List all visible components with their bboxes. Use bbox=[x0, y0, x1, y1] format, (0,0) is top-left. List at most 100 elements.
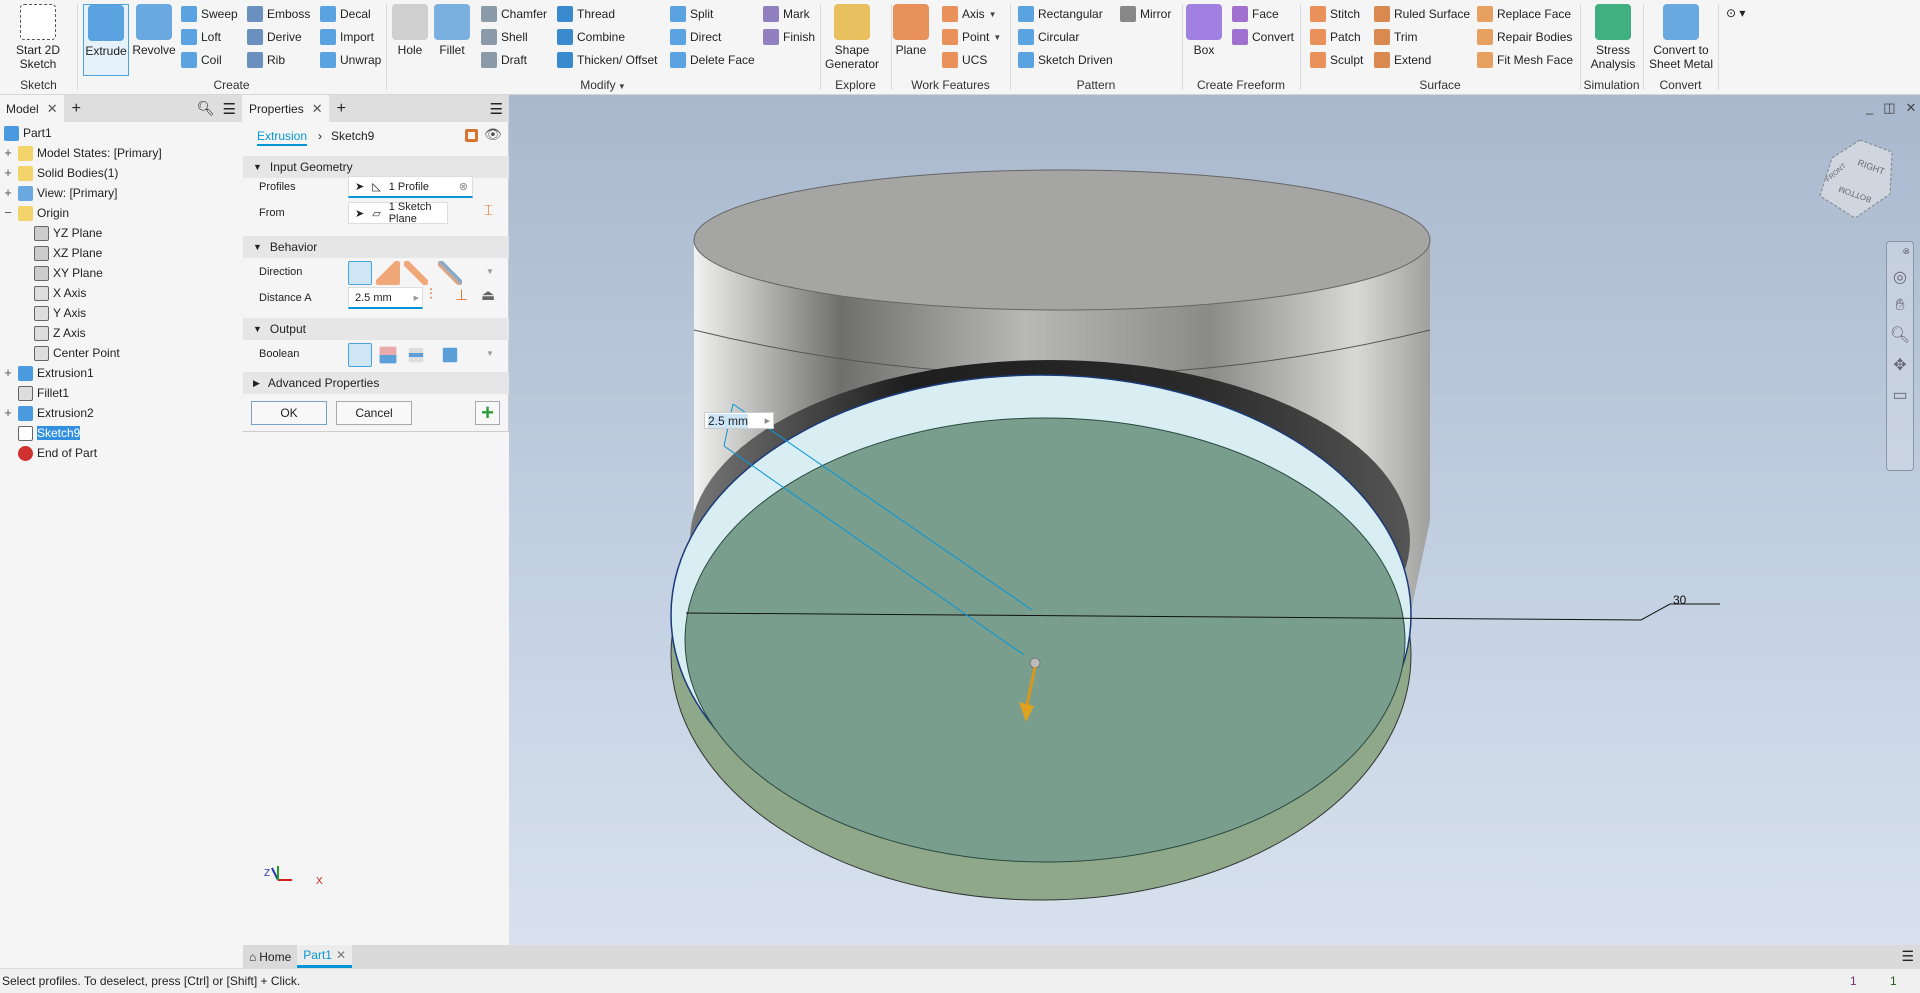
browser-item-x-axis[interactable]: X Axis bbox=[34, 283, 86, 303]
unwrap-button[interactable]: Unwrap bbox=[320, 52, 381, 68]
direct-button[interactable]: Direct bbox=[670, 29, 721, 45]
combine-button[interactable]: Combine bbox=[557, 29, 625, 45]
orbit-icon[interactable]: ✥ bbox=[1893, 355, 1906, 375]
start-2d-sketch-button[interactable]: Start 2D Sketch bbox=[6, 4, 70, 71]
shell-button[interactable]: Shell bbox=[481, 29, 528, 45]
stitch-button[interactable]: Stitch bbox=[1310, 6, 1360, 22]
tab-model[interactable]: Model ✕ bbox=[0, 95, 64, 122]
patch-button[interactable]: Patch bbox=[1310, 29, 1361, 45]
minimize-icon[interactable]: _ bbox=[1866, 100, 1873, 116]
derive-button[interactable]: Derive bbox=[247, 29, 302, 45]
browser-item-z-axis[interactable]: Z Axis bbox=[34, 323, 86, 343]
browser-item-part1[interactable]: Part1 bbox=[4, 123, 52, 143]
fillet-button[interactable]: Fillet bbox=[432, 4, 472, 57]
browser-item-origin[interactable]: Origin bbox=[18, 203, 69, 223]
pan-icon[interactable]: ✋︎ bbox=[1895, 297, 1904, 315]
trim-button[interactable]: Trim bbox=[1374, 29, 1418, 45]
box-button[interactable]: Box bbox=[1186, 4, 1222, 57]
repair-bodies-button[interactable]: Repair Bodies bbox=[1477, 29, 1572, 45]
sketch-driven-button[interactable]: Sketch Driven bbox=[1018, 52, 1113, 68]
browser-item-fillet1[interactable]: Fillet1 bbox=[18, 383, 69, 403]
rib-button[interactable]: Rib bbox=[247, 52, 285, 68]
menu-icon[interactable]: ☰ bbox=[223, 100, 236, 118]
mark-button[interactable]: Mark bbox=[763, 6, 810, 22]
plane-button[interactable]: Plane bbox=[893, 4, 929, 57]
modify-dropdown-icon[interactable]: ▼ bbox=[616, 82, 626, 91]
restore-icon[interactable]: ◫ bbox=[1883, 100, 1895, 116]
browser-item-extrusion2[interactable]: Extrusion2 bbox=[18, 403, 94, 423]
thicken-offset-button[interactable]: Thicken/ Offset bbox=[557, 52, 657, 68]
finish-button[interactable]: Finish bbox=[763, 29, 815, 45]
browser-item-solid-bodies-1[interactable]: Solid Bodies(1) bbox=[18, 163, 118, 183]
chevron-down-icon[interactable]: ▼ bbox=[993, 33, 1001, 42]
point-button[interactable]: Point ▼ bbox=[942, 29, 1001, 45]
sculpt-button[interactable]: Sculpt bbox=[1310, 52, 1363, 68]
tab-home[interactable]: ⌂ Home bbox=[243, 950, 297, 964]
distance-mini-input[interactable]: 2.5 mm ▶ bbox=[704, 412, 774, 429]
mirror-button[interactable]: Mirror bbox=[1120, 6, 1171, 22]
steering-wheel-icon[interactable]: ◎ bbox=[1893, 267, 1907, 287]
thread-button[interactable]: Thread bbox=[557, 6, 615, 22]
add-tab-icon[interactable]: + bbox=[72, 100, 81, 118]
circular-button[interactable]: Circular bbox=[1018, 29, 1079, 45]
close-icon[interactable]: ⊗ bbox=[1902, 246, 1910, 257]
look-at-icon[interactable]: ▭ bbox=[1892, 385, 1907, 405]
stress-analysis-button[interactable]: Stress Analysis bbox=[1585, 4, 1641, 71]
rectangular-button[interactable]: Rectangular bbox=[1018, 6, 1103, 22]
viewcube[interactable]: RIGHT FRONT BOTTOM bbox=[1819, 139, 1893, 219]
expand-icon[interactable]: + bbox=[3, 185, 13, 200]
fit-mesh-face-button[interactable]: Fit Mesh Face bbox=[1477, 52, 1573, 68]
close-icon[interactable]: ✕ bbox=[1906, 100, 1917, 116]
replace-face-button[interactable]: Replace Face bbox=[1477, 6, 1571, 22]
hole-button[interactable]: Hole bbox=[392, 4, 428, 57]
browser-item-xz-plane[interactable]: XZ Plane bbox=[34, 243, 102, 263]
browser-item-yz-plane[interactable]: YZ Plane bbox=[34, 223, 102, 243]
browser-item-extrusion1[interactable]: Extrusion1 bbox=[18, 363, 94, 383]
model-canvas[interactable]: 30 ZX RIGHT FRONT BOTTOM bbox=[243, 95, 1920, 945]
ucs-button[interactable]: UCS bbox=[942, 52, 987, 68]
browser-item-view-primary[interactable]: View: [Primary] bbox=[18, 183, 117, 203]
ruled-surface-button[interactable]: Ruled Surface bbox=[1374, 6, 1470, 22]
browser-item-y-axis[interactable]: Y Axis bbox=[34, 303, 86, 323]
play-icon[interactable]: ▶ bbox=[765, 417, 770, 425]
chamfer-button[interactable]: Chamfer bbox=[481, 6, 547, 22]
close-icon[interactable]: ✕ bbox=[336, 948, 346, 962]
loft-button[interactable]: Loft bbox=[181, 29, 221, 45]
search-icon[interactable]: 🔍︎ bbox=[197, 100, 215, 117]
draft-button[interactable]: Draft bbox=[481, 52, 527, 68]
browser-item-center-point[interactable]: Center Point bbox=[34, 343, 120, 363]
axis-button[interactable]: Axis ▼ bbox=[942, 6, 997, 22]
menu-icon[interactable]: ☰ bbox=[1901, 948, 1914, 965]
browser-item-model-states-primary[interactable]: Model States: [Primary] bbox=[18, 143, 162, 163]
tab-part1[interactable]: Part1 ✕ bbox=[297, 945, 353, 968]
browser-item-xy-plane[interactable]: XY Plane bbox=[34, 263, 103, 283]
extend-button[interactable]: Extend bbox=[1374, 52, 1431, 68]
collapse-icon[interactable]: − bbox=[3, 205, 13, 220]
zoom-icon[interactable]: 🔍︎ bbox=[1890, 325, 1910, 345]
extrude-button[interactable]: Extrude bbox=[83, 4, 129, 76]
face-button[interactable]: Face bbox=[1232, 6, 1279, 22]
close-icon[interactable]: ✕ bbox=[47, 101, 58, 117]
sweep-button[interactable]: Sweep bbox=[181, 6, 238, 22]
expand-icon[interactable]: + bbox=[3, 145, 13, 160]
chevron-down-icon[interactable]: ▼ bbox=[989, 10, 997, 19]
expand-icon[interactable]: + bbox=[3, 165, 13, 180]
ribbon-more-dropdown[interactable]: ⊙ ▾ bbox=[1726, 6, 1745, 20]
decal-button[interactable]: Decal bbox=[320, 6, 371, 22]
expand-icon[interactable]: + bbox=[3, 365, 13, 380]
import-button[interactable]: Import bbox=[320, 29, 374, 45]
delete-face-button[interactable]: Delete Face bbox=[670, 52, 755, 68]
split-button[interactable]: Split bbox=[670, 6, 713, 22]
browser-item-sketch9[interactable]: Sketch9 bbox=[18, 423, 81, 443]
shape-generator-button[interactable]: Shape Generator bbox=[823, 4, 881, 71]
coil-button[interactable]: Coil bbox=[181, 52, 222, 68]
revolve-button[interactable]: Revolve bbox=[130, 4, 178, 57]
emboss-button[interactable]: Emboss bbox=[247, 6, 310, 22]
convert-ff-button[interactable]: Convert bbox=[1232, 29, 1294, 45]
convert-sheet-metal-button[interactable]: Convert to Sheet Metal bbox=[1646, 4, 1716, 71]
browser-item-label: Solid Bodies(1) bbox=[37, 166, 119, 180]
expand-icon[interactable]: + bbox=[3, 405, 13, 420]
browser-item-end-of-part[interactable]: End of Part bbox=[18, 443, 97, 463]
dimension-label[interactable]: 30 bbox=[1673, 593, 1687, 607]
extrusion-preview[interactable] bbox=[670, 374, 1412, 901]
